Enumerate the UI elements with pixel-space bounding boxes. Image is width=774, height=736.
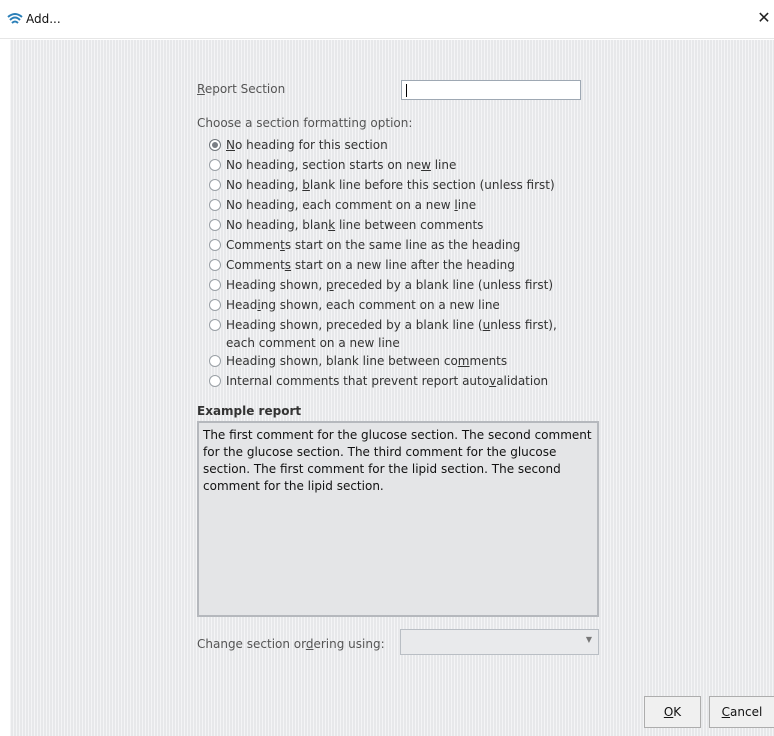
radio-icon[interactable]: [209, 199, 221, 211]
radio-icon[interactable]: [209, 259, 221, 271]
report-section-label: Report Section: [197, 82, 286, 96]
chevron-down-icon[interactable]: ▼: [586, 635, 592, 644]
dialog-body: Report Section Choose a section formatti…: [10, 40, 774, 736]
radio-icon[interactable]: [209, 219, 221, 231]
format-prompt: Choose a section formatting option:: [197, 116, 413, 130]
title-bar: Add... ✕: [0, 0, 774, 39]
radio-icon[interactable]: [209, 375, 221, 387]
text-caret: [406, 84, 407, 97]
radio-icon[interactable]: [209, 179, 221, 191]
radio-icon[interactable]: [209, 319, 221, 331]
radio-icon[interactable]: [209, 139, 221, 151]
window-title: Add...: [26, 12, 61, 26]
radio-icon[interactable]: [209, 239, 221, 251]
ordering-select[interactable]: ▼: [400, 629, 599, 655]
app-logo-icon: [7, 13, 23, 24]
radio-icon[interactable]: [209, 159, 221, 171]
radio-icon[interactable]: [209, 279, 221, 291]
report-section-input[interactable]: [401, 80, 581, 100]
close-icon[interactable]: ✕: [754, 8, 774, 27]
radio-icon[interactable]: [209, 299, 221, 311]
radio-icon[interactable]: [209, 355, 221, 367]
ordering-label: Change section ordering using:: [197, 637, 385, 651]
ok-button[interactable]: OK: [644, 696, 701, 728]
example-report-label: Example report: [197, 404, 302, 418]
example-report-box: The first comment for the glucose sectio…: [197, 421, 599, 617]
cancel-button[interactable]: Cancel: [709, 696, 774, 728]
